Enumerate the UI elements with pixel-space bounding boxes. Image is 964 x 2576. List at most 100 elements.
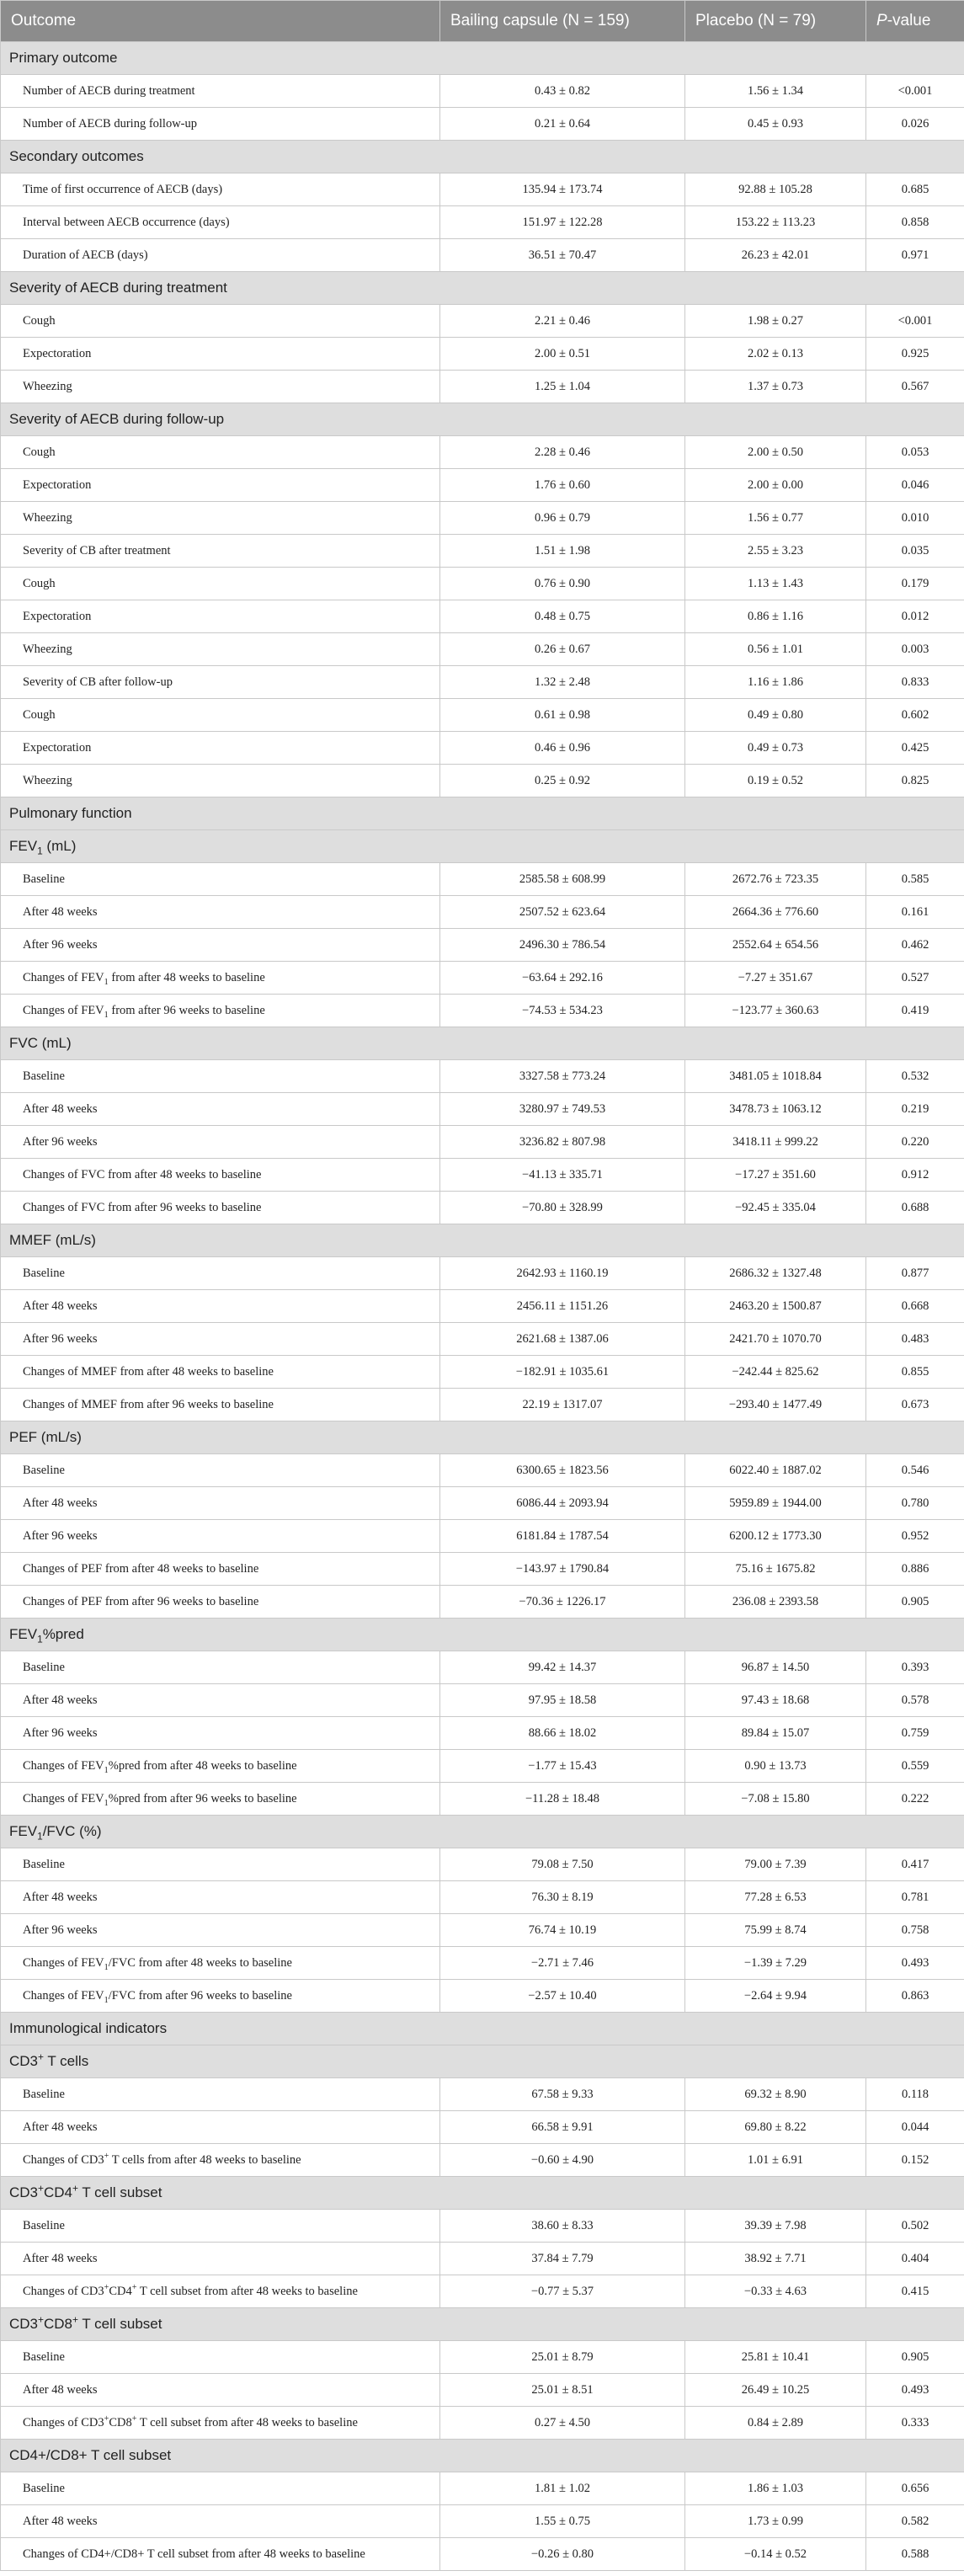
section-header-row: Secondary outcomes bbox=[0, 140, 964, 173]
row-label: After 48 weeks bbox=[0, 1486, 440, 1520]
row-label: Changes of FEV1%pred from after 48 weeks… bbox=[0, 1749, 440, 1783]
placebo-value: 38.92 ± 7.71 bbox=[684, 2242, 866, 2275]
table-row: Duration of AECB (days) 36.51 ± 70.47 26.2… bbox=[0, 238, 964, 272]
row-label: Baseline bbox=[0, 862, 440, 896]
section-header-row: FEV1%pred bbox=[0, 1618, 964, 1651]
row-label: Changes of FEV1/FVC from after 96 weeks … bbox=[0, 1979, 440, 2013]
table-row: Expectoration 2.00 ± 0.51 2.02 ± 0.13 0.925 bbox=[0, 337, 964, 371]
placebo-value: 153.22 ± 113.23 bbox=[684, 205, 866, 239]
placebo-value: 0.84 ± 2.89 bbox=[684, 2406, 866, 2440]
placebo-value: 25.81 ± 10.41 bbox=[684, 2340, 866, 2374]
row-label: Changes of CD3+CD8+ T cell subset from a… bbox=[0, 2406, 440, 2440]
bailing-value: 76.30 ± 8.19 bbox=[439, 1880, 685, 1914]
section-header-row: Immunological indicators bbox=[0, 2012, 964, 2045]
row-label: After 96 weeks bbox=[0, 1716, 440, 1750]
bailing-value: −70.36 ± 1226.17 bbox=[439, 1585, 685, 1619]
row-label: After 48 weeks bbox=[0, 2242, 440, 2275]
p-value: 0.010 bbox=[865, 501, 964, 535]
bailing-value: 99.42 ± 14.37 bbox=[439, 1651, 685, 1684]
p-value: 0.588 bbox=[865, 2537, 964, 2571]
table-row: Baseline 2585.58 ± 608.99 2672.76 ± 723.35… bbox=[0, 862, 964, 896]
section-title: FEV1 (mL) bbox=[0, 829, 964, 863]
p-value: 0.656 bbox=[865, 2472, 964, 2505]
p-value: 0.532 bbox=[865, 1059, 964, 1093]
p-value: 0.952 bbox=[865, 1519, 964, 1553]
p-value: 0.425 bbox=[865, 731, 964, 765]
bailing-value: 2621.68 ± 1387.06 bbox=[439, 1322, 685, 1356]
bailing-value: 1.25 ± 1.04 bbox=[439, 370, 685, 403]
p-value: 0.220 bbox=[865, 1125, 964, 1159]
bailing-value: 25.01 ± 8.79 bbox=[439, 2340, 685, 2374]
bailing-value: −143.97 ± 1790.84 bbox=[439, 1552, 685, 1586]
table-row: After 96 weeks 6181.84 ± 1787.54 6200.12 ±… bbox=[0, 1519, 964, 1553]
section-header-row: Severity of AECB during follow-up bbox=[0, 403, 964, 436]
row-label: After 48 weeks bbox=[0, 2110, 440, 2144]
row-label: After 96 weeks bbox=[0, 1125, 440, 1159]
table-row: After 48 weeks 2456.11 ± 1151.26 2463.20 ±… bbox=[0, 1289, 964, 1323]
bailing-value: 76.74 ± 10.19 bbox=[439, 1913, 685, 1947]
p-value: 0.035 bbox=[865, 534, 964, 568]
placebo-value: 1.37 ± 0.73 bbox=[684, 370, 866, 403]
table-row: After 48 weeks 1.55 ± 0.75 1.73 ± 0.99 0.58… bbox=[0, 2504, 964, 2538]
row-label: Expectoration bbox=[0, 731, 440, 765]
p-value: 0.417 bbox=[865, 1848, 964, 1881]
placebo-value: 75.16 ± 1675.82 bbox=[684, 1552, 866, 1586]
table-row: Wheezing 0.25 ± 0.92 0.19 ± 0.52 0.825 bbox=[0, 764, 964, 797]
section-title: MMEF (mL/s) bbox=[0, 1224, 964, 1257]
table-row: Changes of CD4+/CD8+ T cell subset from … bbox=[0, 2537, 964, 2571]
row-label: Changes of CD3+CD4+ T cell subset from a… bbox=[0, 2275, 440, 2308]
p-value: 0.585 bbox=[865, 862, 964, 896]
bailing-value: 2456.11 ± 1151.26 bbox=[439, 1289, 685, 1323]
placebo-value: −7.27 ± 351.67 bbox=[684, 961, 866, 995]
p-value: 0.825 bbox=[865, 764, 964, 797]
table-row: After 48 weeks 3280.97 ± 749.53 3478.73 ± … bbox=[0, 1092, 964, 1126]
bailing-value: 2.21 ± 0.46 bbox=[439, 304, 685, 338]
row-label: Changes of FEV1 from after 48 weeks to b… bbox=[0, 961, 440, 995]
p-value: 0.046 bbox=[865, 468, 964, 502]
section-header-row: Pulmonary function bbox=[0, 797, 964, 830]
table-row: Changes of FEV1 from after 48 weeks to b… bbox=[0, 961, 964, 995]
bailing-value: 6086.44 ± 2093.94 bbox=[439, 1486, 685, 1520]
table-row: Baseline 79.08 ± 7.50 79.00 ± 7.39 0.417 bbox=[0, 1848, 964, 1881]
placebo-value: 3481.05 ± 1018.84 bbox=[684, 1059, 866, 1093]
placebo-value: 3418.11 ± 999.22 bbox=[684, 1125, 866, 1159]
row-label: Cough bbox=[0, 698, 440, 732]
table-row: After 96 weeks 88.66 ± 18.02 89.84 ± 15.07… bbox=[0, 1716, 964, 1750]
row-label: After 48 weeks bbox=[0, 2373, 440, 2407]
p-value: 0.493 bbox=[865, 1946, 964, 1980]
placebo-value: 236.08 ± 2393.58 bbox=[684, 1585, 866, 1619]
table-row: Wheezing 0.96 ± 0.79 1.56 ± 0.77 0.010 bbox=[0, 501, 964, 535]
p-value: 0.673 bbox=[865, 1388, 964, 1421]
placebo-value: −2.64 ± 9.94 bbox=[684, 1979, 866, 2013]
header-bailing: Bailing capsule (N = 159) bbox=[439, 0, 685, 42]
bailing-value: −0.77 ± 5.37 bbox=[439, 2275, 685, 2308]
placebo-value: 1.01 ± 6.91 bbox=[684, 2143, 866, 2177]
row-label: Changes of FEV1 from after 96 weeks to b… bbox=[0, 994, 440, 1027]
p-value: 0.925 bbox=[865, 337, 964, 371]
table-row: Wheezing 0.26 ± 0.67 0.56 ± 1.01 0.003 bbox=[0, 632, 964, 666]
placebo-value: 1.13 ± 1.43 bbox=[684, 567, 866, 600]
p-value: 0.858 bbox=[865, 205, 964, 239]
section-title: CD3+ T cells bbox=[0, 2045, 964, 2078]
bailing-value: −74.53 ± 534.23 bbox=[439, 994, 685, 1027]
p-value: 0.222 bbox=[865, 1782, 964, 1816]
bailing-value: 0.46 ± 0.96 bbox=[439, 731, 685, 765]
placebo-value: 6022.40 ± 1887.02 bbox=[684, 1453, 866, 1487]
section-header-row: Primary outcome bbox=[0, 41, 964, 75]
p-value: 0.759 bbox=[865, 1716, 964, 1750]
table-row: Wheezing 1.25 ± 1.04 1.37 ± 0.73 0.567 bbox=[0, 370, 964, 403]
bailing-value: 79.08 ± 7.50 bbox=[439, 1848, 685, 1881]
placebo-value: 2.55 ± 3.23 bbox=[684, 534, 866, 568]
p-value: 0.833 bbox=[865, 665, 964, 699]
table-row: Interval between AECB occurrence (days) 1… bbox=[0, 205, 964, 239]
row-label: Severity of CB after follow-up bbox=[0, 665, 440, 699]
table-row: Changes of FVC from after 96 weeks to ba… bbox=[0, 1191, 964, 1224]
p-value: 0.118 bbox=[865, 2077, 964, 2111]
p-value: 0.333 bbox=[865, 2406, 964, 2440]
bailing-value: 88.66 ± 18.02 bbox=[439, 1716, 685, 1750]
row-label: Changes of FVC from after 96 weeks to ba… bbox=[0, 1191, 440, 1224]
table-row: Changes of MMEF from after 48 weeks to b… bbox=[0, 1355, 964, 1389]
p-value: 0.179 bbox=[865, 567, 964, 600]
row-label: Expectoration bbox=[0, 600, 440, 633]
row-label: Wheezing bbox=[0, 370, 440, 403]
